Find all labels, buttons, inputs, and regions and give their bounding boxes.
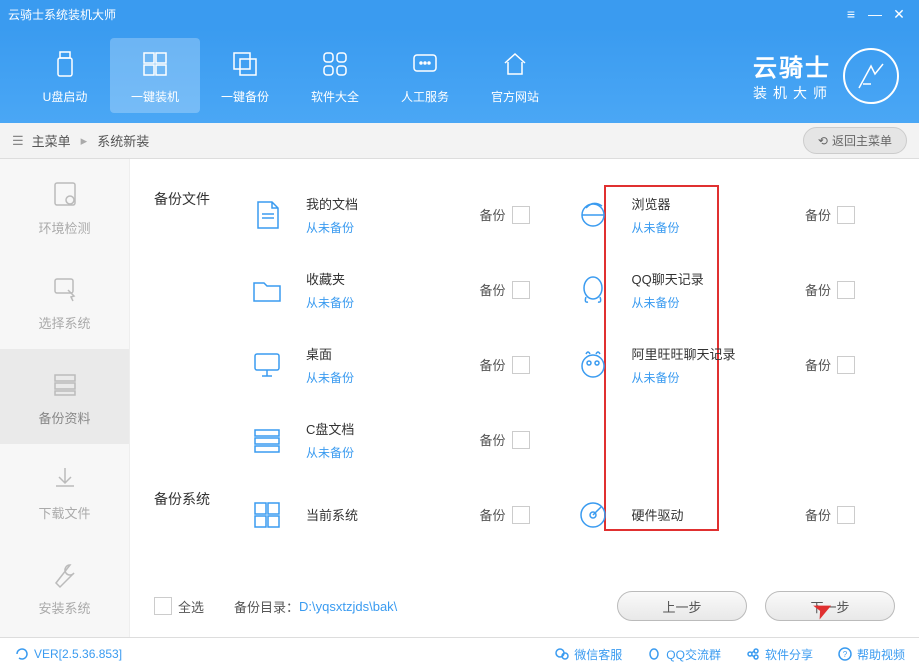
hdd-icon (570, 492, 616, 538)
wechat-icon (554, 646, 570, 662)
nav-service[interactable]: 人工服务 (380, 38, 470, 113)
list-icon: ☰ (12, 133, 24, 149)
monitor-icon (244, 342, 290, 388)
home-icon (497, 46, 533, 82)
apps-icon (317, 46, 353, 82)
chevron-right-icon: ▸ (81, 133, 88, 149)
close-icon[interactable]: ✕ (887, 6, 911, 23)
nav-usb[interactable]: U盘启动 (20, 38, 110, 113)
knight-icon (843, 48, 899, 104)
sidebar-download[interactable]: 下载文件 (0, 444, 129, 539)
nav-website[interactable]: 官方网站 (470, 38, 560, 113)
checkbox-cdisk[interactable] (512, 431, 530, 449)
help-link[interactable]: ? 帮助视频 (837, 646, 905, 663)
svg-text:?: ? (843, 650, 848, 659)
download-icon (47, 461, 83, 497)
window-title: 云骑士系统装机大师 (8, 6, 116, 23)
checkbox-browser[interactable] (837, 206, 855, 224)
checkbox-ali[interactable] (837, 356, 855, 374)
help-icon: ? (837, 646, 853, 662)
nav-backup[interactable]: 一键备份 (200, 38, 290, 113)
breadcrumb-current: 系统新装 (97, 131, 149, 150)
nav-software[interactable]: 软件大全 (290, 38, 380, 113)
checkbox-desktop[interactable] (512, 356, 530, 374)
section-files-label: 备份文件 (154, 189, 234, 209)
checkbox-driver[interactable] (837, 506, 855, 524)
qq-small-icon (646, 646, 662, 662)
cursor-icon (47, 271, 83, 307)
wrench-icon (47, 556, 83, 592)
return-main-button[interactable]: ⟲ 返回主菜单 (803, 127, 907, 154)
wangwang-icon (570, 342, 616, 388)
path-label: 备份目录： (234, 597, 299, 616)
checkbox-select-all[interactable] (154, 597, 172, 615)
prev-button[interactable]: 上一步 (617, 591, 747, 621)
share-icon (745, 646, 761, 662)
checkbox-os[interactable] (512, 506, 530, 524)
qq-icon (570, 267, 616, 313)
gear-doc-icon (47, 176, 83, 212)
usb-icon (47, 46, 83, 82)
next-button[interactable]: 下一步 (765, 591, 895, 621)
nav-install[interactable]: 一键装机 (110, 38, 200, 113)
ie-icon (570, 192, 616, 238)
windows-grid-icon (244, 492, 290, 538)
undo-icon: ⟲ (818, 134, 828, 148)
wechat-link[interactable]: 微信客服 (554, 646, 622, 663)
folder-icon (244, 267, 290, 313)
drive-icon (244, 417, 290, 463)
sidebar-backup-data[interactable]: 备份资料 (0, 349, 129, 444)
checkbox-qq[interactable] (837, 281, 855, 299)
checkbox-fav[interactable] (512, 281, 530, 299)
server-icon (47, 366, 83, 402)
chat-icon (407, 46, 443, 82)
sidebar-env-check[interactable]: 环境检测 (0, 159, 129, 254)
menu-icon[interactable]: ≡ (839, 6, 863, 22)
checkbox-docs[interactable] (512, 206, 530, 224)
windows-icon (137, 46, 173, 82)
refresh-icon (14, 646, 30, 662)
version-link[interactable]: VER[2.5.36.853] (14, 646, 122, 662)
section-system-label: 备份系统 (154, 489, 234, 509)
backup-path[interactable]: D:\yqsxtzjds\bak\ (299, 599, 397, 614)
qq-group-link[interactable]: QQ交流群 (646, 646, 721, 663)
breadcrumb-root[interactable]: 主菜单 (32, 131, 71, 150)
document-icon (244, 192, 290, 238)
logo: 云骑士 装机大师 (753, 48, 899, 104)
sidebar-select-system[interactable]: 选择系统 (0, 254, 129, 349)
share-link[interactable]: 软件分享 (745, 646, 813, 663)
copy-icon (227, 46, 263, 82)
sidebar-install[interactable]: 安装系统 (0, 539, 129, 634)
minimize-icon[interactable]: — (863, 6, 887, 22)
